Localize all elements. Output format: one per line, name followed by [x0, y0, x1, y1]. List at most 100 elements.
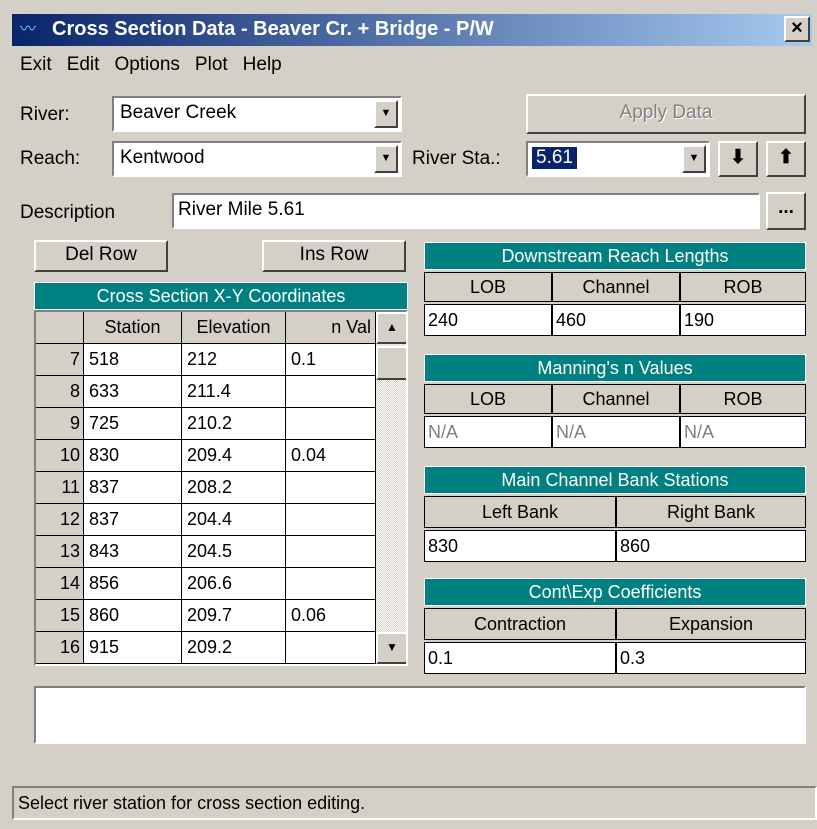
chevron-down-icon[interactable]: ▼ [374, 145, 398, 173]
station-cell[interactable]: 843 [84, 536, 182, 568]
station-cell[interactable]: 915 [84, 632, 182, 664]
ins-row-button[interactable]: Ins Row [262, 240, 406, 272]
scroll-down-button[interactable]: ▼ [376, 632, 406, 664]
table-row[interactable]: 13 843 204.5 [36, 536, 376, 568]
nval-cell[interactable] [286, 472, 376, 504]
description-label: Description [20, 202, 116, 223]
xy-table-title: Cross Section X-Y Coordinates [34, 282, 408, 310]
next-station-down-button[interactable]: ⬇ [718, 141, 758, 177]
table-row[interactable]: 14 856 206.6 [36, 568, 376, 600]
river-sta-label: River Sta.: [412, 148, 501, 169]
row-number[interactable]: 13 [36, 536, 84, 568]
col-header-elevation[interactable]: Elevation [182, 312, 286, 344]
station-cell[interactable]: 837 [84, 504, 182, 536]
table-row[interactable]: 8 633 211.4 [36, 376, 376, 408]
table-row[interactable]: 16 915 209.2 [36, 632, 376, 664]
menu-help[interactable]: Help [235, 50, 289, 84]
del-row-button[interactable]: Del Row [34, 240, 168, 272]
table-row[interactable]: 12 837 204.4 [36, 504, 376, 536]
chevron-down-icon[interactable]: ▼ [374, 100, 398, 128]
grid-header-row: Station Elevation n Val [36, 312, 376, 344]
row-number[interactable]: 7 [36, 344, 84, 376]
col-header-nval[interactable]: n Val [286, 312, 376, 344]
close-button[interactable]: × [784, 16, 810, 42]
reach-length-rob-input[interactable]: 190 [680, 304, 806, 336]
elevation-cell[interactable]: 204.5 [182, 536, 286, 568]
river-sta-select[interactable]: 5.61 ▼ [526, 141, 710, 177]
reach-lengths-title: Downstream Reach Lengths [424, 242, 806, 270]
xy-coordinates-grid[interactable]: Station Elevation n Val 7 518 212 0.1 8 633 21… [34, 310, 408, 666]
expansion-input[interactable]: 0.3 [616, 642, 806, 674]
elevation-cell[interactable]: 209.4 [182, 440, 286, 472]
menu-edit[interactable]: Edit [59, 50, 107, 84]
window-title: Cross Section Data - Beaver Cr. + Bridge… [52, 18, 494, 40]
row-number[interactable]: 9 [36, 408, 84, 440]
elevation-cell[interactable]: 211.4 [182, 376, 286, 408]
river-label: River: [20, 104, 70, 125]
bank-stations-title: Main Channel Bank Stations [424, 466, 806, 494]
nval-cell[interactable] [286, 568, 376, 600]
station-cell[interactable]: 860 [84, 600, 182, 632]
description-browse-button[interactable]: ... [766, 192, 806, 230]
nval-cell[interactable] [286, 632, 376, 664]
title-bar[interactable]: 〰 Cross Section Data - Beaver Cr. + Brid… [12, 14, 812, 46]
row-number[interactable]: 15 [36, 600, 84, 632]
reach-length-channel-input[interactable]: 460 [552, 304, 680, 336]
contraction-input[interactable]: 0.1 [424, 642, 616, 674]
reach-length-lob-input[interactable]: 240 [424, 304, 552, 336]
nval-cell[interactable]: 0.1 [286, 344, 376, 376]
apply-data-button[interactable]: Apply Data [526, 94, 806, 134]
elevation-cell[interactable]: 212 [182, 344, 286, 376]
row-number[interactable]: 12 [36, 504, 84, 536]
station-cell[interactable]: 856 [84, 568, 182, 600]
nval-cell[interactable] [286, 504, 376, 536]
elevation-cell[interactable]: 208.2 [182, 472, 286, 504]
reach-select[interactable]: Kentwood ▼ [112, 141, 402, 177]
row-number[interactable]: 11 [36, 472, 84, 504]
menu-exit[interactable]: Exit [12, 50, 59, 84]
table-row[interactable]: 10 830 209.4 0.04 [36, 440, 376, 472]
right-bank-input[interactable]: 860 [616, 530, 806, 562]
nval-cell[interactable]: 0.06 [286, 600, 376, 632]
menu-plot[interactable]: Plot [187, 50, 235, 84]
mannings-channel-input[interactable]: N/A [552, 416, 680, 448]
row-number[interactable]: 8 [36, 376, 84, 408]
elevation-cell[interactable]: 210.2 [182, 408, 286, 440]
table-row[interactable]: 15 860 209.7 0.06 [36, 600, 376, 632]
next-station-up-button[interactable]: ⬆ [766, 141, 806, 177]
row-number[interactable]: 10 [36, 440, 84, 472]
river-select[interactable]: Beaver Creek ▼ [112, 96, 402, 132]
col-header-station[interactable]: Station [84, 312, 182, 344]
river-sta-value: 5.61 [532, 147, 577, 169]
station-cell[interactable]: 830 [84, 440, 182, 472]
table-row[interactable]: 9 725 210.2 [36, 408, 376, 440]
station-cell[interactable]: 518 [84, 344, 182, 376]
elevation-cell[interactable]: 209.7 [182, 600, 286, 632]
scroll-thumb[interactable] [376, 346, 406, 380]
station-cell[interactable]: 633 [84, 376, 182, 408]
left-bank-input[interactable]: 830 [424, 530, 616, 562]
nval-cell[interactable]: 0.04 [286, 440, 376, 472]
nval-cell[interactable] [286, 376, 376, 408]
chevron-down-icon[interactable]: ▼ [682, 145, 706, 173]
elevation-cell[interactable]: 209.2 [182, 632, 286, 664]
mannings-header-lob: LOB [424, 384, 552, 414]
row-number[interactable]: 14 [36, 568, 84, 600]
vertical-scrollbar[interactable]: ▲ ▼ [376, 312, 406, 664]
nval-cell[interactable] [286, 536, 376, 568]
table-row[interactable]: 11 837 208.2 [36, 472, 376, 504]
cross-section-window: 〰 Cross Section Data - Beaver Cr. + Brid… [0, 0, 817, 829]
station-cell[interactable]: 725 [84, 408, 182, 440]
elevation-cell[interactable]: 204.4 [182, 504, 286, 536]
mannings-rob-input[interactable]: N/A [680, 416, 806, 448]
description-input[interactable]: River Mile 5.61 [172, 193, 760, 229]
row-number[interactable]: 16 [36, 632, 84, 664]
station-cell[interactable]: 837 [84, 472, 182, 504]
menu-options[interactable]: Options [106, 50, 186, 84]
scroll-up-button[interactable]: ▲ [376, 312, 406, 344]
nval-cell[interactable] [286, 408, 376, 440]
table-row[interactable]: 7 518 212 0.1 [36, 344, 376, 376]
mannings-lob-input[interactable]: N/A [424, 416, 552, 448]
message-box [34, 686, 806, 744]
elevation-cell[interactable]: 206.6 [182, 568, 286, 600]
